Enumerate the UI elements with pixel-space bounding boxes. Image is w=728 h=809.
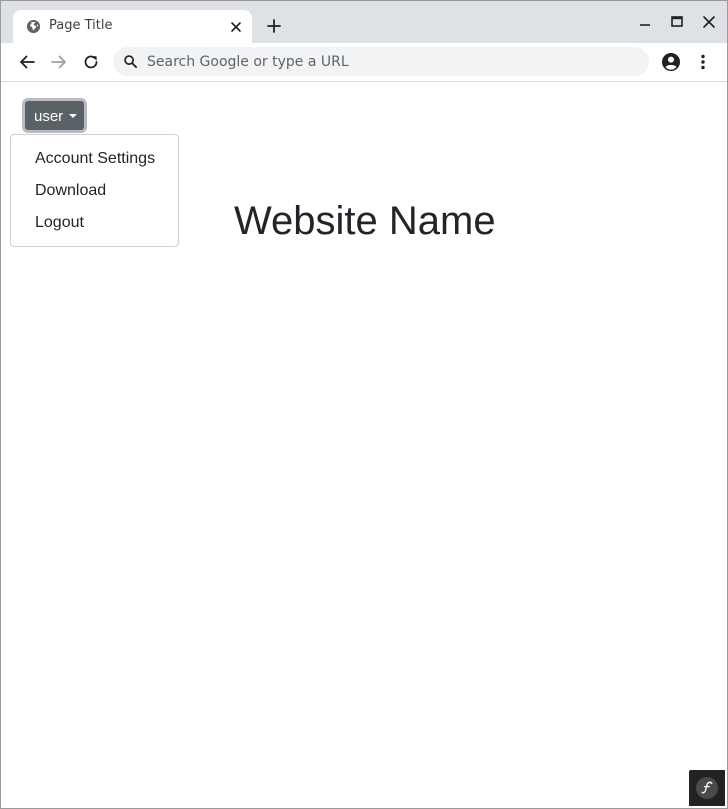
tab-title: Page Title <box>49 18 113 33</box>
close-icon[interactable] <box>228 19 244 35</box>
back-arrow-icon[interactable] <box>17 52 37 72</box>
close-icon[interactable] <box>701 14 717 30</box>
browser-window: Page Title Search Google or type a URL u… <box>0 0 728 809</box>
menu-item-download[interactable]: Download <box>35 182 106 200</box>
maximize-icon[interactable] <box>669 14 685 30</box>
site-title: Website Name <box>234 199 496 243</box>
minimize-icon[interactable] <box>637 14 653 30</box>
browser-toolbar <box>1 43 727 82</box>
address-input[interactable] <box>147 47 637 76</box>
plus-icon[interactable] <box>265 17 283 35</box>
user-dropdown-button[interactable]: user <box>22 98 87 133</box>
account-circle-icon[interactable] <box>661 52 681 72</box>
browser-tab[interactable]: Page Title <box>13 10 252 43</box>
search-icon <box>123 54 138 69</box>
menu-item-logout[interactable]: Logout <box>35 214 84 232</box>
tab-strip: Page Title <box>1 1 727 43</box>
symfony-toolbar-icon[interactable] <box>689 770 725 806</box>
caret-down-icon <box>69 114 77 118</box>
user-dropdown-menu: Account Settings Download Logout <box>10 134 179 247</box>
page-content: user Account Settings Download Logout We… <box>1 82 727 808</box>
globe-icon <box>26 19 41 34</box>
forward-arrow-icon[interactable] <box>49 52 69 72</box>
reload-icon[interactable] <box>81 52 101 72</box>
user-button-label: user <box>34 108 64 125</box>
menu-item-account-settings[interactable]: Account Settings <box>35 150 155 168</box>
address-bar[interactable] <box>113 47 649 76</box>
kebab-menu-icon[interactable] <box>693 52 713 72</box>
